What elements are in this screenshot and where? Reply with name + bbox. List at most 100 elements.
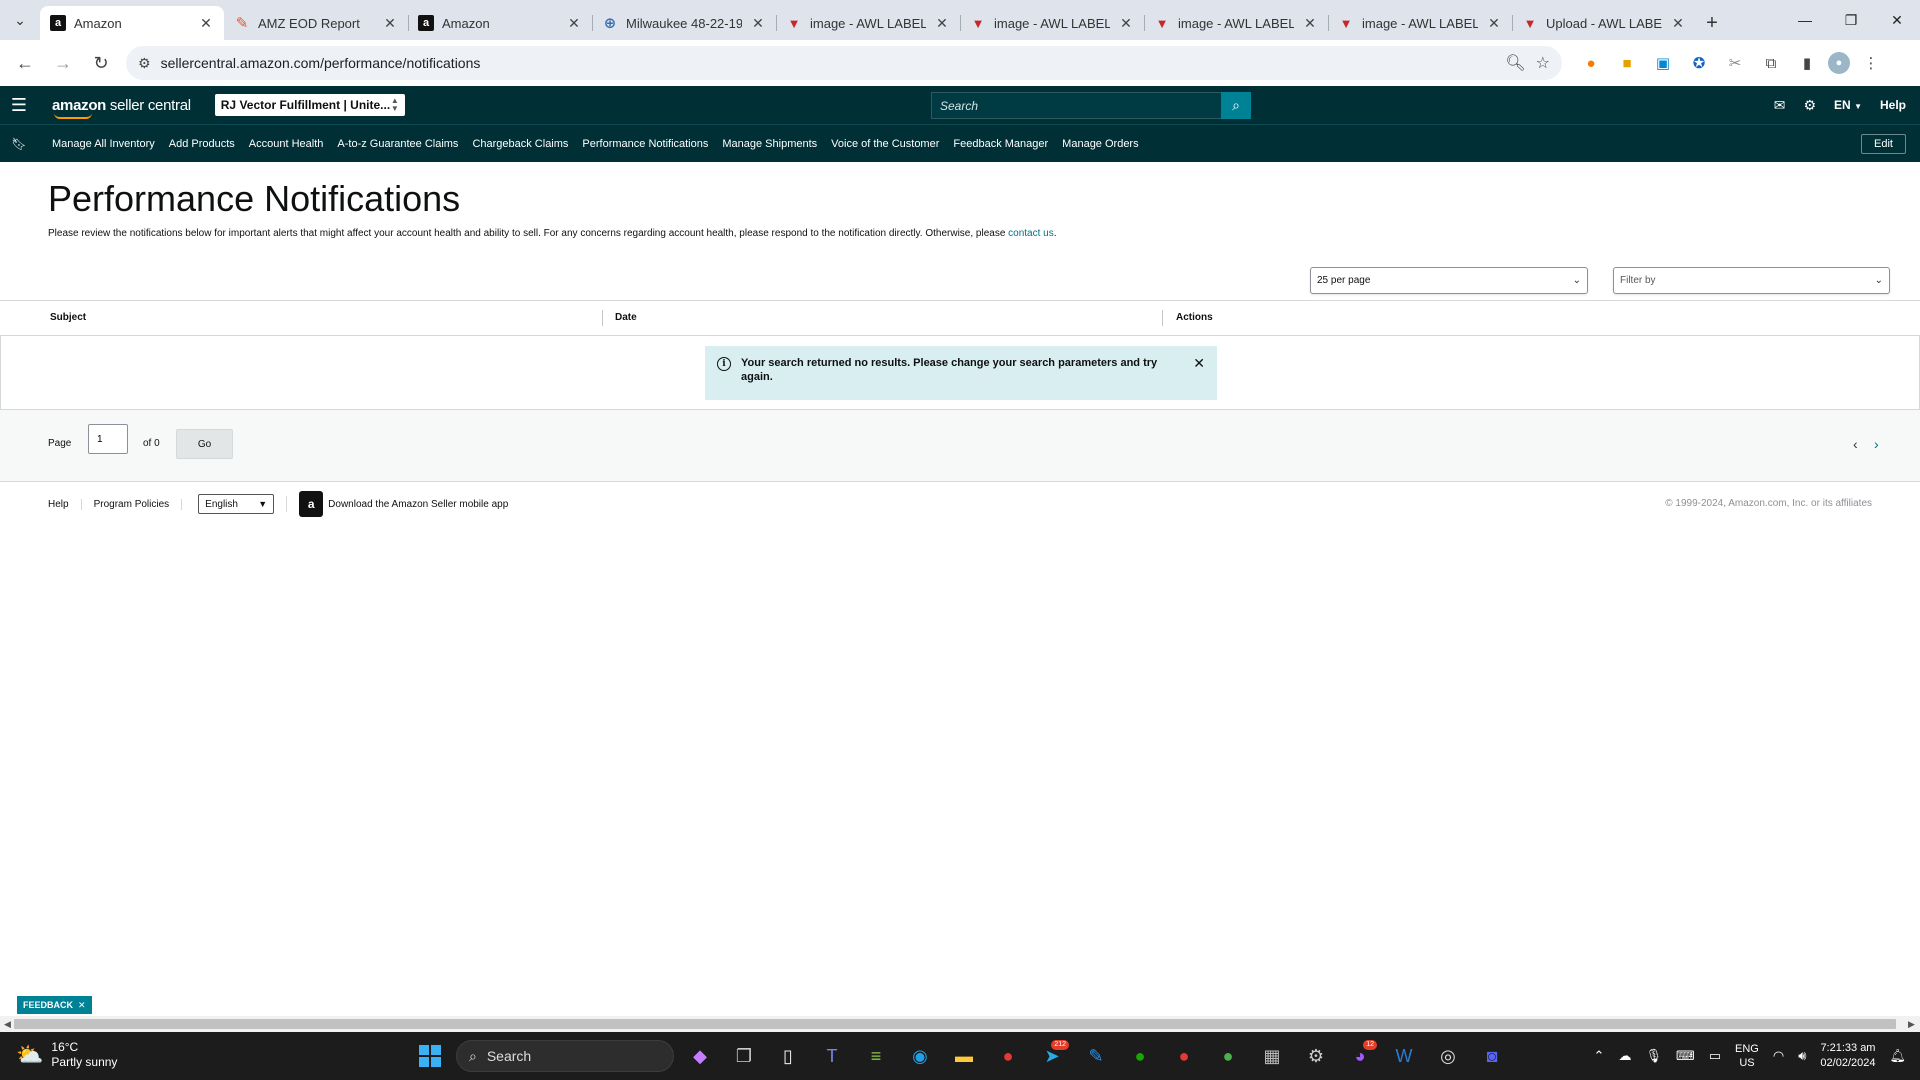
tab-awl-label[interactable]: ▼ image - AWL LABEL ✕ — [1144, 6, 1328, 40]
file-explorer-icon[interactable]: ▬ — [946, 1038, 982, 1074]
site-info-icon[interactable]: ⚙ — [138, 55, 151, 72]
contact-us-link[interactable]: contact us — [1008, 228, 1054, 239]
copilot-icon[interactable]: ◆ — [682, 1038, 718, 1074]
word-icon[interactable]: W — [1386, 1038, 1422, 1074]
language-selector[interactable]: EN ▼ — [1834, 98, 1862, 112]
chevron-right-icon[interactable]: › — [1874, 436, 1879, 452]
close-icon[interactable]: ✕ — [934, 15, 950, 32]
nav-account-health[interactable]: Account Health — [249, 138, 324, 150]
back-icon[interactable]: ← — [8, 46, 42, 80]
footer-program-policies-link[interactable]: Program Policies — [82, 498, 183, 510]
close-icon[interactable]: ✕ — [1193, 355, 1205, 372]
go-button[interactable]: Go — [176, 429, 233, 459]
taskbar-search[interactable]: ⌕ Search — [456, 1040, 674, 1072]
gear-icon[interactable]: ⚙ — [1803, 97, 1816, 114]
display-icon[interactable]: ▭ — [1709, 1048, 1721, 1064]
url-text[interactable]: sellercentral.amazon.com/performance/not… — [161, 55, 1496, 71]
minimize-icon[interactable]: — — [1782, 0, 1828, 40]
cloud-off-icon[interactable]: ☁ — [1618, 1048, 1631, 1064]
teams-icon[interactable]: T — [814, 1038, 850, 1074]
pen-app-icon[interactable]: ✎ — [1078, 1038, 1114, 1074]
scroll-left-icon[interactable]: ◀ — [4, 1019, 11, 1030]
address-bar[interactable]: ⚙ sellercentral.amazon.com/performance/n… — [126, 46, 1562, 80]
chrome-active-icon[interactable]: ● — [1210, 1038, 1246, 1074]
tab-amazon[interactable]: a Amazon ✕ — [408, 6, 592, 40]
restore-icon[interactable]: ❐ — [1828, 0, 1874, 40]
horizontal-scrollbar[interactable]: ◀ ▶ — [0, 1016, 1920, 1032]
extensions-puzzle-icon[interactable]: ⧉ — [1756, 48, 1786, 78]
seller-app-icon[interactable]: a — [299, 491, 324, 517]
side-panel-icon[interactable]: ▮ — [1792, 48, 1822, 78]
page-number-input[interactable] — [88, 424, 128, 454]
upwork-icon[interactable]: ● — [1122, 1038, 1158, 1074]
nav-manage-all-inventory[interactable]: Manage All Inventory — [52, 138, 155, 150]
browser-menu-icon[interactable]: ⋮ — [1856, 48, 1886, 78]
tab-awl-label[interactable]: ▼ image - AWL LABEL ✕ — [960, 6, 1144, 40]
extension-helper-icon[interactable]: ✪ — [1684, 48, 1714, 78]
hamburger-menu-icon[interactable]: ☰ — [0, 86, 38, 124]
chevron-up-icon[interactable]: ⌃ — [1594, 1048, 1605, 1064]
microphone-icon[interactable]: 🎙︎ — [1645, 1048, 1662, 1064]
notification-icon[interactable]: 🔔︎ — [1889, 1048, 1906, 1064]
calculator-icon[interactable]: ▦ — [1254, 1038, 1290, 1074]
extension-orange-icon[interactable]: ● — [1576, 48, 1606, 78]
profile-avatar[interactable]: ● — [1828, 52, 1850, 74]
keyboard-icon[interactable]: ⌨ — [1676, 1048, 1695, 1064]
feedback-button[interactable]: FEEDBACK ✕ — [17, 996, 92, 1014]
close-icon[interactable]: ✕ — [78, 1000, 86, 1011]
filter-dropdown[interactable]: Filter by ⌄ — [1613, 267, 1890, 294]
seller-central-logo[interactable]: amazon seller central — [52, 97, 191, 119]
edit-nav-button[interactable]: Edit — [1861, 134, 1906, 154]
close-icon[interactable]: ✕ — [566, 15, 582, 32]
close-icon[interactable]: ✕ — [1118, 15, 1134, 32]
nav-manage-shipments[interactable]: Manage Shipments — [722, 138, 817, 150]
column-subject[interactable]: Subject — [50, 312, 86, 323]
windows-start-icon[interactable] — [412, 1038, 448, 1074]
search-icon[interactable]: ⌕ — [1221, 92, 1251, 119]
weather-widget[interactable]: ⛅ 16°C Partly sunny — [16, 1040, 117, 1070]
bookmark-icon[interactable]: 🔖︎ — [0, 137, 38, 151]
footer-language-select[interactable]: English ▼ — [198, 494, 275, 514]
file-icon[interactable]: ▯ — [770, 1038, 806, 1074]
input-language[interactable]: ENG US — [1735, 1042, 1759, 1070]
chevron-left-icon[interactable]: ‹ — [1853, 436, 1858, 452]
close-icon[interactable]: ✕ — [1302, 15, 1318, 32]
close-icon[interactable]: ✕ — [1486, 15, 1502, 32]
zoom-icon[interactable]: 🔍︎ — [1505, 53, 1525, 73]
close-icon[interactable]: ✕ — [198, 15, 214, 32]
seller-search-input[interactable] — [931, 92, 1221, 119]
extension-honey-icon[interactable]: ■ — [1612, 48, 1642, 78]
steam-icon[interactable]: ◎ — [1430, 1038, 1466, 1074]
extension-blue-icon[interactable]: ▣ — [1648, 48, 1678, 78]
nav-voice-of-customer[interactable]: Voice of the Customer — [831, 138, 939, 150]
tab-eod-report[interactable]: ✎ AMZ EOD Report ✕ — [224, 6, 408, 40]
close-icon[interactable]: ✕ — [382, 15, 398, 32]
help-link[interactable]: Help — [1880, 98, 1906, 112]
tab-upload-awl-label[interactable]: ▼ Upload - AWL LABEL ✕ — [1512, 6, 1696, 40]
settings-icon[interactable]: ⚙ — [1298, 1038, 1334, 1074]
volume-icon[interactable]: 🔊︎ — [1798, 1048, 1806, 1064]
close-icon[interactable]: ✕ — [1670, 15, 1686, 32]
tab-milwaukee[interactable]: ⊕ Milwaukee 48-22-190 ✕ — [592, 6, 776, 40]
telegram-icon[interactable]: ➤ 212 — [1034, 1038, 1070, 1074]
extension-tool-icon[interactable]: ✂ — [1720, 48, 1750, 78]
tab-search-icon[interactable]: ⌄ — [0, 0, 40, 40]
edge-icon[interactable]: ◉ — [902, 1038, 938, 1074]
mail-icon[interactable]: ✉ — [1774, 97, 1786, 114]
chrome-profile-icon[interactable]: ● — [1166, 1038, 1202, 1074]
nav-manage-orders[interactable]: Manage Orders — [1062, 138, 1138, 150]
footer-help-link[interactable]: Help — [0, 498, 82, 510]
messenger-icon[interactable]: ◕ 12 — [1342, 1038, 1378, 1074]
scrollbar-thumb[interactable] — [14, 1019, 1896, 1029]
tab-amazon-active[interactable]: a Amazon ✕ — [40, 6, 224, 40]
task-view-icon[interactable]: ❐ — [726, 1038, 762, 1074]
bluestacks-icon[interactable]: ≡ — [858, 1038, 894, 1074]
nav-feedback-manager[interactable]: Feedback Manager — [953, 138, 1048, 150]
nav-chargeback-claims[interactable]: Chargeback Claims — [472, 138, 568, 150]
chrome-icon[interactable]: ● — [990, 1038, 1026, 1074]
close-icon[interactable]: ✕ — [750, 15, 766, 32]
window-close-icon[interactable]: ✕ — [1874, 0, 1920, 40]
scroll-right-icon[interactable]: ▶ — [1908, 1019, 1915, 1030]
nav-atoz-claims[interactable]: A-to-z Guarantee Claims — [337, 138, 458, 150]
per-page-dropdown[interactable]: 25 per page ⌄ — [1310, 267, 1588, 294]
